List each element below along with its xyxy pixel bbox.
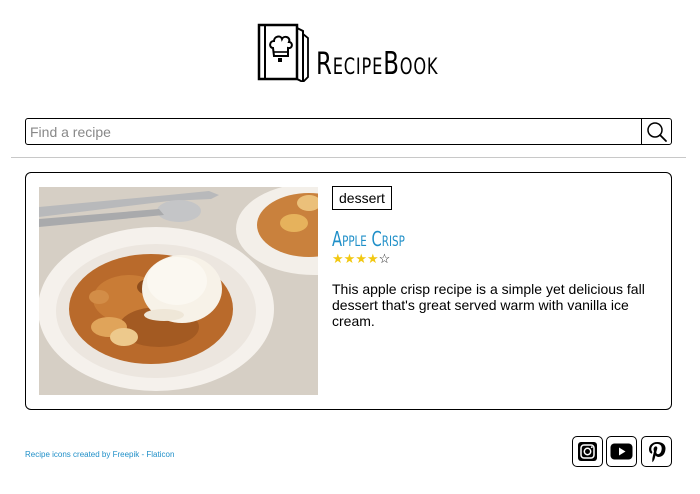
search-icon	[646, 121, 667, 142]
instagram-button[interactable]	[572, 436, 603, 467]
recipe-card[interactable]: dessert Apple Crisp ★★★★☆ This apple cri…	[25, 172, 672, 410]
recipe-photo[interactable]	[39, 187, 318, 395]
search-button[interactable]	[641, 119, 671, 144]
youtube-button[interactable]	[606, 436, 637, 467]
star-filled-icon: ★	[332, 251, 344, 266]
youtube-icon	[610, 443, 633, 460]
header-divider	[11, 157, 686, 158]
star-filled-icon: ★	[343, 251, 356, 266]
instagram-icon	[578, 442, 597, 461]
pinterest-button[interactable]	[641, 436, 672, 467]
star-empty-icon: ☆	[378, 251, 391, 266]
apple-crisp-image	[39, 187, 318, 395]
recipe-book-icon	[257, 23, 309, 82]
recipe-tag[interactable]: dessert	[332, 186, 392, 210]
brand-name: RecipeBook	[316, 46, 439, 82]
recipe-rating: ★★★★☆	[332, 252, 390, 266]
icon-credit-link[interactable]: Recipe icons created by Freepik - Flatic…	[25, 450, 174, 459]
star-filled-icon: ★	[355, 251, 367, 266]
pinterest-icon	[648, 441, 665, 462]
recipe-description: This apple crisp recipe is a simple yet …	[332, 281, 645, 329]
search-bar	[25, 118, 672, 145]
brand-logo[interactable]: RecipeBook	[256, 22, 465, 82]
search-input[interactable]	[26, 119, 641, 144]
star-filled-icon: ★	[366, 251, 379, 266]
recipe-title[interactable]: Apple Crisp	[332, 227, 405, 251]
